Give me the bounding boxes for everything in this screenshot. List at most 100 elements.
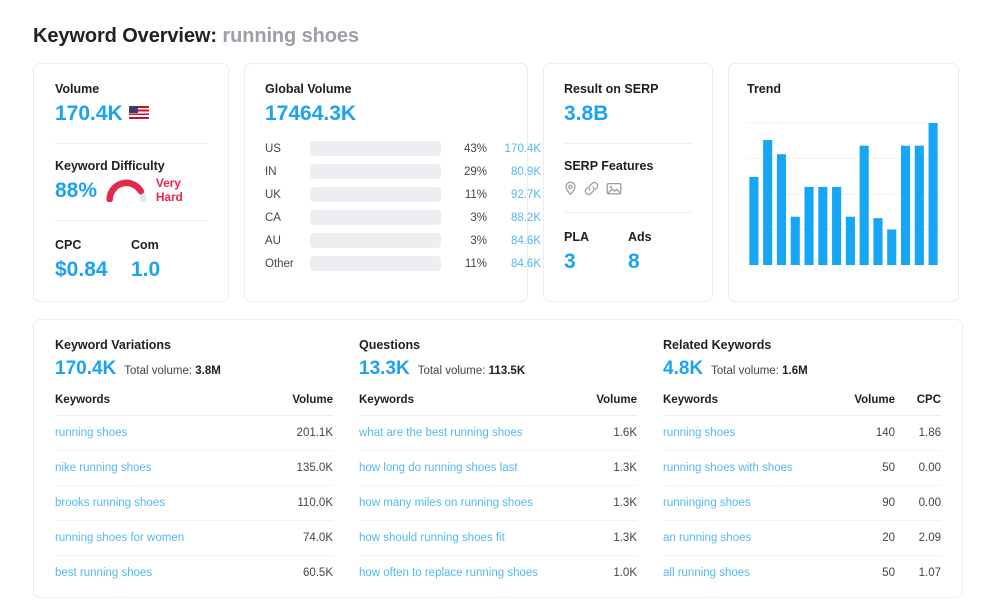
volume-cell: 74.0K xyxy=(263,520,333,556)
volume-cell: 140 xyxy=(837,415,895,451)
keyword-cell[interactable]: what are the best running shoes xyxy=(359,415,579,451)
country-label: US xyxy=(265,142,281,155)
related-keywords-count: 4.8K xyxy=(663,358,704,379)
keyword-difficulty-text: Very Hard xyxy=(155,176,183,204)
keyword-cell[interactable]: runninging shoes xyxy=(663,485,837,521)
table-header-row: Keywords Volume xyxy=(359,394,637,416)
keyword-cell[interactable]: how many miles on running shoes xyxy=(359,485,579,521)
trend-card: Trend xyxy=(728,63,959,302)
keyword-link[interactable]: how many miles on running shoes xyxy=(359,497,533,509)
keyword-cell[interactable]: running shoes for women xyxy=(55,520,263,556)
table-row: how many miles on running shoes 1.3K xyxy=(359,485,637,521)
keyword-link[interactable]: nike running shoes xyxy=(55,462,152,474)
pla-block: PLA 3 xyxy=(564,229,628,275)
keyword-link[interactable]: running shoes xyxy=(663,427,735,439)
keyword-cell[interactable]: running shoes xyxy=(663,415,837,451)
volume-label: Volume xyxy=(55,82,100,96)
page-title: Keyword Overview: running shoes xyxy=(33,0,963,50)
keyword-link[interactable]: how often to replace running shoes xyxy=(359,567,538,579)
keyword-link[interactable]: an running shoes xyxy=(663,532,751,544)
keyword-cell[interactable]: how long do running shoes last xyxy=(359,450,579,486)
global-volume-value: 17464.3K xyxy=(265,102,357,125)
column-header-keywords[interactable]: Keywords xyxy=(359,394,579,416)
column-header-keywords[interactable]: Keywords xyxy=(663,394,837,416)
volume-cell: 1.3K xyxy=(579,520,637,556)
keyword-link[interactable]: how long do running shoes last xyxy=(359,462,518,474)
global-volume-row: UK 11% 92.7K xyxy=(265,183,541,206)
serp-features-icons xyxy=(564,181,692,196)
total-volume-label: Total volume: xyxy=(417,365,486,377)
questions-column: Questions 13.3K Total volume: 113.5K Key… xyxy=(359,338,637,579)
keyword-link[interactable]: running shoes xyxy=(55,427,127,439)
table-row: all running shoes 50 1.07 xyxy=(663,556,941,591)
country-label: Other xyxy=(265,257,294,270)
keyword-variations-table: Keywords Volume running shoes 201.1K nike … xyxy=(55,394,333,590)
map-pin-icon[interactable] xyxy=(564,181,577,196)
ads-value: 8 xyxy=(628,250,640,273)
keyword-cell[interactable]: brooks running shoes xyxy=(55,485,263,521)
keyword-variations-title: Keyword Variations xyxy=(55,338,172,352)
keyword-overview-page: Keyword Overview: running shoes Volume 1… xyxy=(0,0,996,615)
keyword-cell[interactable]: how should running shoes fit xyxy=(359,520,579,556)
com-block: Com 1.0 xyxy=(131,237,207,283)
keyword-cell[interactable]: how often to replace running shoes xyxy=(359,556,579,591)
questions-count: 13.3K xyxy=(359,358,410,379)
global-volume-row: IN 29% 80.9K xyxy=(265,160,541,183)
keyword-cell[interactable]: all running shoes xyxy=(663,556,837,591)
country-volume-value[interactable]: 88.2K xyxy=(487,212,541,224)
volume-bar-track xyxy=(310,256,441,271)
keyword-link[interactable]: what are the best running shoes xyxy=(359,427,523,439)
country-volume-value[interactable]: 84.6K xyxy=(487,235,541,247)
keyword-cell[interactable]: running shoes with shoes xyxy=(663,450,837,486)
keyword-difficulty-label: Keyword Difficulty xyxy=(55,159,165,173)
total-volume-value: 3.8M xyxy=(195,365,221,377)
divider xyxy=(55,143,207,144)
page-title-prefix: Keyword Overview: xyxy=(33,25,217,47)
column-header-cpc[interactable]: CPC xyxy=(895,394,941,416)
divider xyxy=(55,220,207,221)
questions-table: Keywords Volume what are the best runnin… xyxy=(359,394,637,590)
country-volume-value[interactable]: 80.9K xyxy=(487,166,541,178)
keyword-link[interactable]: running shoes for women xyxy=(55,532,184,544)
volume-cell: 1.6K xyxy=(579,415,637,451)
questions-summary: 13.3K Total volume: 113.5K xyxy=(359,356,637,381)
keyword-link[interactable]: brooks running shoes xyxy=(55,497,165,509)
keyword-link[interactable]: how should running shoes fit xyxy=(359,532,505,544)
keyword-link[interactable]: running shoes with shoes xyxy=(663,462,793,474)
summary-cards-row: Volume 170.4K Keyword Difficulty 88% Ver… xyxy=(33,63,963,302)
column-header-keywords[interactable]: Keywords xyxy=(55,394,263,416)
keyword-link[interactable]: all running shoes xyxy=(663,567,750,579)
column-header-volume[interactable]: Volume xyxy=(579,394,637,416)
keyword-cell[interactable]: best running shoes xyxy=(55,556,263,591)
cpc-label: CPC xyxy=(55,238,82,252)
keyword-link[interactable]: runninging shoes xyxy=(663,497,751,509)
trend-bar xyxy=(928,123,938,265)
keyword-link[interactable]: best running shoes xyxy=(55,567,152,579)
country-volume-value[interactable]: 170.4K xyxy=(487,143,541,155)
volume-cell: 201.1K xyxy=(263,415,333,451)
keyword-cell[interactable]: nike running shoes xyxy=(55,450,263,486)
related-keywords-title: Related Keywords xyxy=(663,338,772,352)
column-header-volume[interactable]: Volume xyxy=(837,394,895,416)
trend-bar xyxy=(832,186,842,265)
table-row: how long do running shoes last 1.3K xyxy=(359,450,637,486)
percent-value: 29% xyxy=(463,165,487,178)
volume-cell: 110.0K xyxy=(263,485,333,521)
table-header-row: Keywords Volume CPC xyxy=(663,394,941,416)
cpc-cell: 1.86 xyxy=(895,415,941,451)
column-header-volume[interactable]: Volume xyxy=(263,394,333,416)
country-volume-value[interactable]: 84.6K xyxy=(487,258,541,270)
total-volume-label: Total volume: xyxy=(124,365,193,377)
keyword-difficulty-row: 88% Very Hard xyxy=(55,176,207,204)
keyword-variations-count: 170.4K xyxy=(55,358,117,379)
image-icon[interactable] xyxy=(606,181,622,196)
link-icon[interactable] xyxy=(584,181,599,196)
keyword-cell[interactable]: running shoes xyxy=(55,415,263,451)
country-label: IN xyxy=(265,165,277,178)
keyword-cell[interactable]: an running shoes xyxy=(663,520,837,556)
global-volume-row: Other 11% 84.6K xyxy=(265,252,541,275)
cpc-cell: 0.00 xyxy=(895,450,941,486)
volume-cell: 1.3K xyxy=(579,450,637,486)
country-volume-value[interactable]: 92.7K xyxy=(487,189,541,201)
result-on-serp-value: 3.8B xyxy=(564,102,609,125)
